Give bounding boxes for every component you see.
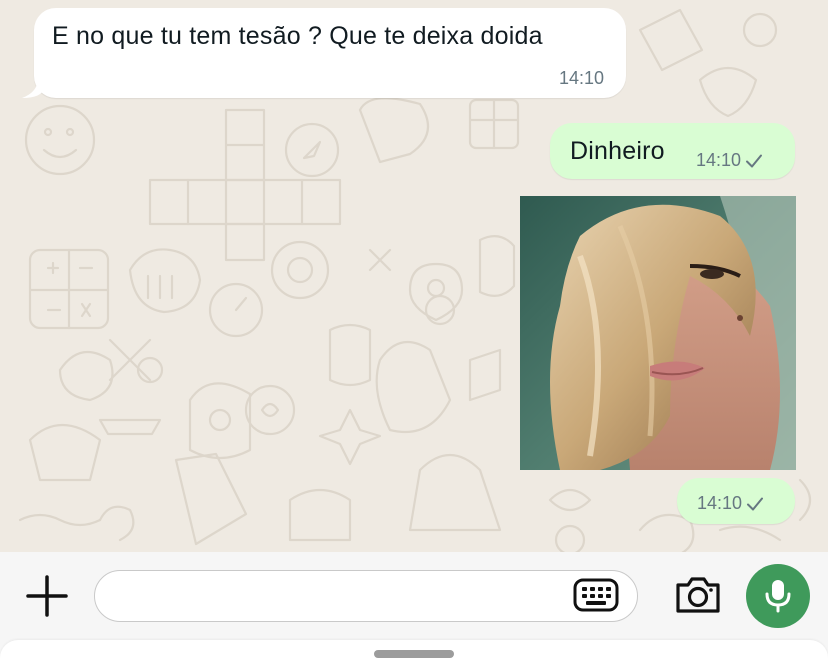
message-text: Dinheiro [570, 137, 665, 165]
incoming-message-bubble[interactable]: E no que tu tem tesão ? Que te deixa doi… [34, 8, 626, 98]
message-timestamp: 14:10 [697, 493, 743, 513]
chat-area[interactable]: E no que tu tem tesão ? Que te deixa doi… [0, 0, 828, 552]
plus-icon[interactable] [24, 573, 70, 619]
message-input[interactable] [113, 581, 563, 611]
photo-message[interactable] [520, 196, 796, 470]
microphone-button[interactable] [746, 564, 810, 628]
message-meta: 14:10 [696, 150, 763, 171]
message-meta: 14:10 [697, 493, 764, 514]
message-timestamp: 14:10 [558, 68, 604, 88]
message-text: E no que tu tem tesão ? Que te deixa doi… [52, 22, 543, 50]
outgoing-message-bubble[interactable]: Dinheiro 14:10 [550, 123, 795, 179]
bubble-tail [22, 78, 44, 98]
camera-icon[interactable] [674, 575, 722, 615]
message-timestamp: 14:10 [696, 150, 742, 170]
microphone-icon [765, 580, 791, 613]
sent-check-icon [746, 154, 763, 167]
keyboard-sticker-icon[interactable] [573, 578, 619, 612]
photo-image [520, 196, 796, 470]
outgoing-photo-caption-bubble[interactable]: 14:10 [677, 478, 795, 524]
sent-check-icon [747, 497, 764, 510]
message-input-box[interactable] [94, 570, 638, 622]
drag-handle[interactable] [374, 650, 454, 658]
